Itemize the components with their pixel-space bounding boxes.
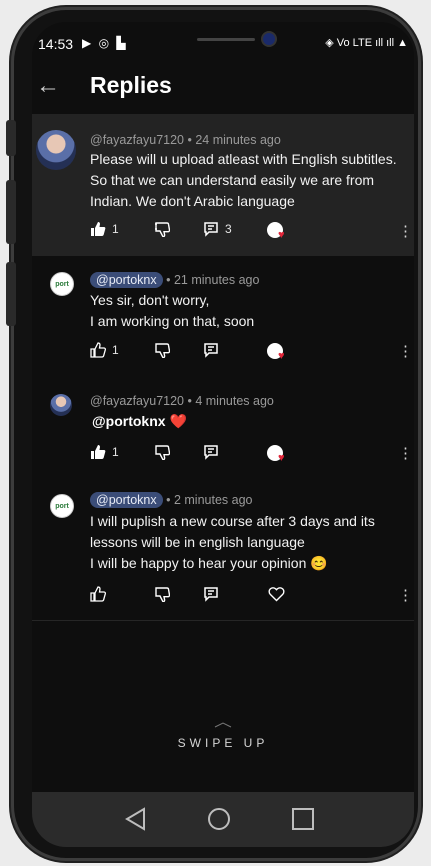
- heart-outline-icon: [268, 587, 285, 602]
- heart-icon: ♥: [278, 452, 285, 464]
- arrow-left-icon[interactable]: ←: [36, 72, 60, 100]
- chevron-up-icon: [214, 722, 232, 728]
- recents-square-icon[interactable]: [290, 806, 316, 832]
- more-options-icon[interactable]: ⋮: [398, 588, 413, 603]
- comment-icon: [204, 222, 218, 237]
- comment-meta: @portoknx • 2 minutes ago: [90, 492, 253, 508]
- comment-icon: [204, 445, 218, 460]
- swipe-up-hint[interactable]: SWIPE UP: [32, 736, 414, 750]
- comment-author[interactable]: @portoknx: [90, 492, 163, 508]
- comment-line: Indian. We don't Arabic language: [90, 193, 295, 209]
- comment-line: So that we can understand easily we are …: [90, 172, 375, 188]
- like-button[interactable]: 1: [90, 221, 119, 237]
- comment-time: • 4 minutes ago: [187, 394, 274, 408]
- like-button[interactable]: [90, 586, 106, 602]
- status-bar: 14:53 ▶ ◎ ▙ ◈ Vo LTE ıll ıll ▲: [32, 22, 414, 62]
- comment-time: • 21 minutes ago: [166, 273, 260, 287]
- phone-side-button: [6, 120, 16, 156]
- avatar[interactable]: port: [50, 494, 74, 518]
- avatar[interactable]: port: [50, 272, 74, 296]
- like-button[interactable]: 1: [90, 342, 119, 358]
- comment-item: @fayazfayu7120 • 4 minutes ago @portoknx…: [32, 379, 414, 472]
- comment-item: port @portoknx • 2 minutes ago I will pu…: [32, 472, 414, 621]
- reply-button[interactable]: [203, 342, 219, 358]
- comment-author[interactable]: @portoknx: [90, 272, 163, 288]
- comment-actions: 1 ♥: [90, 342, 410, 364]
- thumbs-down-icon: [155, 587, 170, 602]
- comment-line: I will puplish a new course after 3 days…: [90, 513, 375, 529]
- comment-text: Please will u upload atleast with Englis…: [90, 149, 397, 212]
- thumbs-up-icon: [90, 586, 106, 602]
- like-button[interactable]: 1: [90, 444, 119, 460]
- thumbs-down-icon: [155, 445, 170, 460]
- comment-meta: @portoknx • 21 minutes ago: [90, 272, 260, 288]
- back-triangle-icon[interactable]: [123, 806, 149, 832]
- more-options-icon[interactable]: ⋮: [398, 224, 413, 239]
- comment-author[interactable]: @fayazfayu7120: [90, 133, 184, 147]
- comment-icon: [204, 587, 218, 602]
- page-title: Replies: [90, 72, 172, 98]
- reply-count: 3: [225, 222, 232, 236]
- reply-button[interactable]: [203, 444, 219, 460]
- earpiece: [197, 38, 255, 41]
- thumbs-up-icon: [91, 222, 106, 236]
- comment-author[interactable]: @fayazfayu7120: [90, 394, 184, 408]
- heart-icon: ♥: [278, 350, 285, 362]
- comment-actions: 1 3 ♥: [90, 221, 410, 243]
- front-camera-icon: [263, 33, 275, 45]
- signal-icons: ◈ Vo LTE ıll ıll ▲: [325, 37, 408, 49]
- heart-icon: ♥: [278, 229, 285, 241]
- reply-button[interactable]: [203, 586, 219, 602]
- like-count: 1: [112, 445, 119, 459]
- like-count: 1: [112, 343, 119, 357]
- dislike-button[interactable]: [154, 586, 170, 602]
- dislike-button[interactable]: [154, 342, 170, 358]
- comment-line: I will be happy to hear your opinion 😊: [90, 555, 328, 571]
- heart-emoji: ❤️: [169, 413, 187, 429]
- phone-volume-up-button: [6, 180, 16, 244]
- avatar[interactable]: [36, 130, 76, 170]
- comment-actions: [90, 586, 410, 608]
- more-options-icon[interactable]: ⋮: [398, 446, 413, 461]
- comment-item: @fayazfayu7120 • 24 minutes ago Please w…: [32, 114, 414, 256]
- comment-line: lessons will be in english language: [90, 534, 305, 550]
- comment-text: I will puplish a new course after 3 days…: [90, 511, 375, 574]
- android-nav-bar: [32, 792, 414, 847]
- thumbs-down-icon: [155, 222, 170, 237]
- status-time: 14:53: [38, 36, 74, 52]
- heart-button[interactable]: [268, 586, 285, 602]
- comment-line: Yes sir, don't worry,: [90, 292, 210, 308]
- comment-meta: @fayazfayu7120 • 4 minutes ago: [90, 394, 274, 408]
- comment-text: Yes sir, don't worry, I am working on th…: [90, 290, 254, 332]
- mention-link[interactable]: @portoknx: [92, 413, 166, 429]
- reply-button[interactable]: 3: [203, 221, 232, 237]
- comment-line: I am working on that, soon: [90, 313, 255, 329]
- comment-time: • 2 minutes ago: [166, 493, 253, 507]
- comment-item: port @portoknx • 21 minutes ago Yes sir,…: [32, 256, 414, 379]
- thumbs-up-icon: [91, 445, 106, 459]
- dislike-button[interactable]: [154, 444, 170, 460]
- comment-actions: 1 ♥: [90, 444, 410, 466]
- phone-volume-down-button: [6, 262, 16, 326]
- comment-time: • 24 minutes ago: [187, 133, 281, 147]
- notification-icons: ▶ ◎ ▙: [82, 36, 128, 50]
- comment-text: @portoknx ❤️: [92, 411, 187, 432]
- avatar[interactable]: [50, 394, 72, 416]
- comment-line: Please will u upload atleast with Englis…: [90, 151, 397, 167]
- dislike-button[interactable]: [154, 221, 170, 237]
- header: ← Replies: [32, 62, 414, 112]
- comment-meta: @fayazfayu7120 • 24 minutes ago: [90, 133, 281, 147]
- thumbs-down-icon: [155, 343, 170, 358]
- comment-icon: [204, 343, 218, 358]
- screen: 14:53 ▶ ◎ ▙ ◈ Vo LTE ıll ıll ▲ ← Replies…: [32, 22, 414, 847]
- more-options-icon[interactable]: ⋮: [398, 344, 413, 359]
- like-count: 1: [112, 222, 119, 236]
- home-circle-icon[interactable]: [206, 806, 232, 832]
- thumbs-up-icon: [90, 342, 106, 358]
